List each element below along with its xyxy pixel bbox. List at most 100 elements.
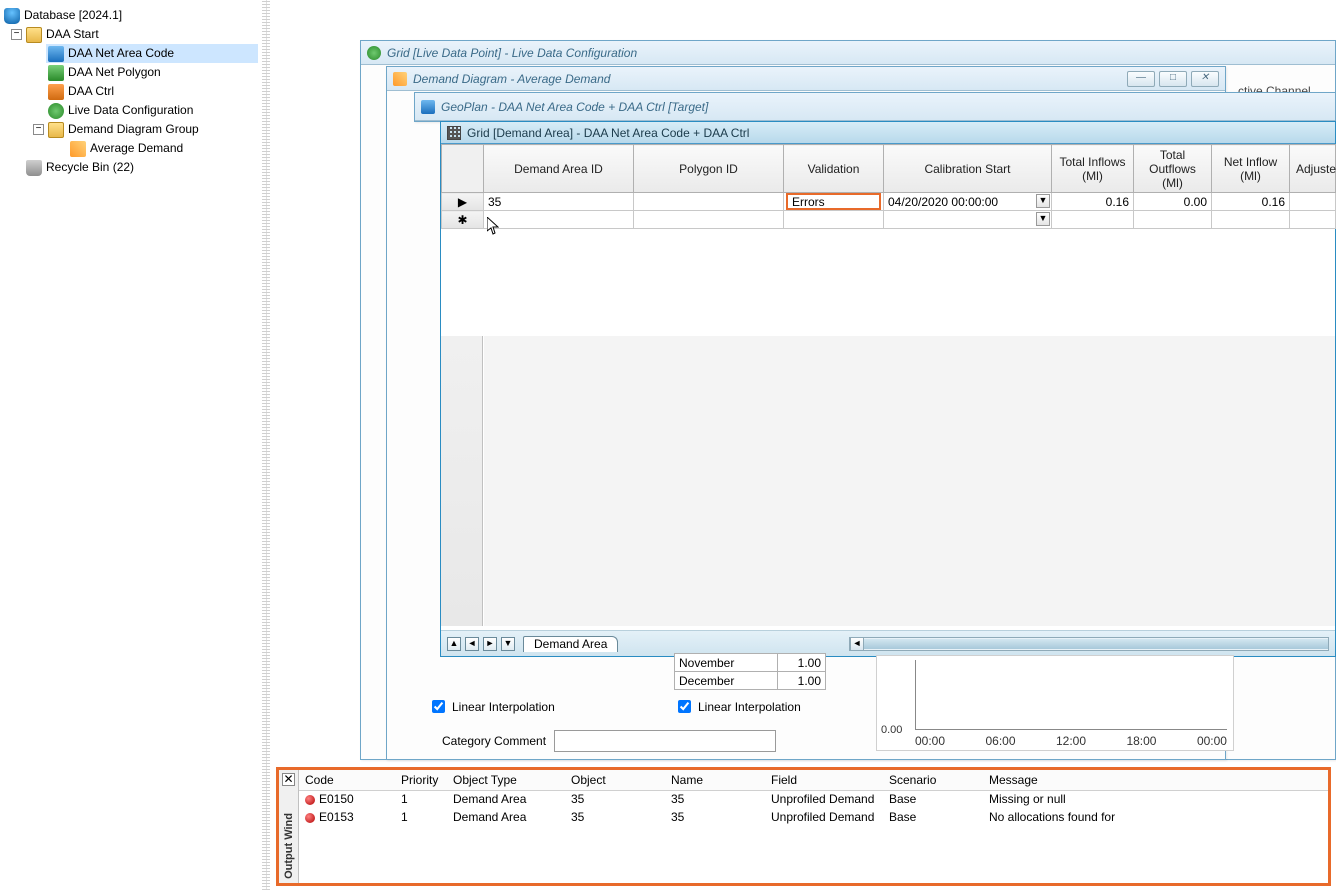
output-close-button[interactable]: ✕ (282, 773, 295, 786)
tree-node-daa-ctrl[interactable]: DAA Ctrl (46, 82, 261, 101)
nav-next-button[interactable]: ► (483, 637, 497, 651)
table-row-new[interactable]: ✱ ▼ (442, 211, 1336, 229)
titlebar[interactable]: Demand Diagram - Average Demand — □ ✕ (387, 67, 1225, 91)
titlebar[interactable]: Grid [Live Data Point] - Live Data Confi… (361, 41, 1335, 65)
cell-polygon-id[interactable] (634, 193, 784, 211)
category-comment-row: Category Comment (442, 730, 776, 752)
calibration-start-dropdown[interactable]: ▼ (1036, 212, 1050, 226)
tree-node-net-polygon[interactable]: DAA Net Polygon (46, 63, 261, 82)
tree-node-live-data-config[interactable]: Live Data Configuration (46, 101, 261, 120)
cell-calibration-start[interactable]: ▼ (884, 211, 1052, 229)
cell-empty[interactable] (784, 211, 884, 229)
tree-node-net-area-code[interactable]: DAA Net Area Code (46, 44, 261, 63)
minimize-button[interactable]: — (1127, 71, 1155, 87)
col-object-type[interactable]: Object Type (447, 770, 565, 790)
col-field[interactable]: Field (765, 770, 883, 790)
cell-validation[interactable]: Errors (784, 193, 884, 211)
window-geoplan[interactable]: GeoPlan - DAA Net Area Code + DAA Ctrl [… (414, 92, 1336, 122)
window-title: GeoPlan - DAA Net Area Code + DAA Ctrl [… (441, 100, 708, 114)
linear-interpolation-checkbox-right[interactable]: Linear Interpolation (674, 697, 801, 716)
window-grid-demand-area[interactable]: Grid [Demand Area] - DAA Net Area Code +… (440, 121, 1336, 657)
tree-node-average-demand[interactable]: Average Demand (68, 139, 261, 158)
cell-empty[interactable] (484, 211, 634, 229)
cell-total-inflows[interactable]: 0.16 (1052, 193, 1134, 211)
tree-label: DAA Net Polygon (68, 63, 161, 82)
scroll-thumb[interactable] (864, 639, 1328, 649)
row-header-corner (442, 145, 484, 193)
linear-interpolation-checkbox-left[interactable]: Linear Interpolation (428, 697, 555, 716)
month-value[interactable]: 1.00 (778, 672, 826, 690)
month-table[interactable]: November 1.00 December 1.00 (674, 653, 826, 690)
tree-node-daa-start[interactable]: DAA Start (24, 25, 261, 44)
row-marker-new[interactable]: ✱ (442, 211, 484, 229)
nav-down-button[interactable]: ▼ (501, 637, 515, 651)
close-button[interactable]: ✕ (1191, 71, 1219, 87)
cell-priority: 1 (395, 808, 447, 826)
cell-empty[interactable] (1212, 211, 1290, 229)
col-net-inflow[interactable]: Net Inflow (Ml) (1212, 145, 1290, 193)
calibration-start-dropdown[interactable]: ▼ (1036, 194, 1050, 208)
cell-net-inflow[interactable]: 0.16 (1212, 193, 1290, 211)
col-priority[interactable]: Priority (395, 770, 447, 790)
col-demand-area-id[interactable]: Demand Area ID (484, 145, 634, 193)
col-calibration-start[interactable]: Calibration Start (884, 145, 1052, 193)
tree-node-database[interactable]: Database [2024.1] (2, 6, 261, 25)
col-message[interactable]: Message (983, 770, 1328, 790)
col-name[interactable]: Name (665, 770, 765, 790)
tree-resize-handle[interactable] (262, 0, 270, 890)
cell-empty[interactable] (1134, 211, 1212, 229)
scroll-left-button[interactable]: ◄ (850, 638, 864, 650)
col-code[interactable]: Code (299, 770, 395, 790)
cell-empty[interactable] (634, 211, 784, 229)
cell-adjusted[interactable] (1290, 193, 1336, 211)
output-row[interactable]: E0150 1 Demand Area 35 35 Unprofiled Dem… (299, 790, 1328, 808)
tree-node-demand-diagram-group[interactable]: Demand Diagram Group (46, 120, 261, 139)
database-icon (4, 8, 20, 24)
cell-calibration-start[interactable]: 04/20/2020 00:00:00 ▼ (884, 193, 1052, 211)
month-name[interactable]: November (675, 654, 778, 672)
expander-icon[interactable]: − (33, 124, 44, 135)
col-total-outflows[interactable]: Total Outflows (Ml) (1134, 145, 1212, 193)
tree-node-recycle-bin[interactable]: Recycle Bin (22) (24, 158, 261, 177)
sheet-tab-demand-area[interactable]: Demand Area (523, 636, 618, 652)
output-window: ✕ Output Wind Code Priority Object Type … (276, 767, 1331, 886)
month-value[interactable]: 1.00 (778, 654, 826, 672)
cell-scenario: Base (883, 808, 983, 826)
tree-label: DAA Ctrl (68, 82, 114, 101)
nav-up-button[interactable]: ▲ (447, 637, 461, 651)
col-polygon-id[interactable]: Polygon ID (634, 145, 784, 193)
table-row[interactable]: ▶ 35 Errors 04/20/2020 00:00:00 ▼ 0.16 0… (442, 193, 1336, 211)
maximize-button[interactable]: □ (1159, 71, 1187, 87)
cell-name: 35 (665, 808, 765, 826)
output-row[interactable]: E0153 1 Demand Area 35 35 Unprofiled Dem… (299, 808, 1328, 826)
cell-demand-area-id[interactable]: 35 (484, 193, 634, 211)
row-marker-current[interactable]: ▶ (442, 193, 484, 211)
grid-table[interactable]: Demand Area ID Polygon ID Validation Cal… (441, 144, 1336, 229)
col-validation[interactable]: Validation (784, 145, 884, 193)
cell-empty[interactable] (1052, 211, 1134, 229)
nav-prev-button[interactable]: ◄ (465, 637, 479, 651)
cell-empty[interactable] (1290, 211, 1336, 229)
live-icon (367, 46, 381, 60)
database-tree[interactable]: Database [2024.1] − DAA Start DAA Net Ar… (2, 6, 261, 177)
diagram-icon (393, 72, 407, 86)
checkbox[interactable] (432, 700, 445, 713)
grid-gutter (441, 336, 483, 626)
polygon-icon (48, 65, 64, 81)
cell-total-outflows[interactable]: 0.00 (1134, 193, 1212, 211)
titlebar[interactable]: GeoPlan - DAA Net Area Code + DAA Ctrl [… (415, 93, 1335, 121)
table-row[interactable]: November 1.00 (675, 654, 826, 672)
output-table[interactable]: Code Priority Object Type Object Name Fi… (299, 770, 1328, 826)
table-row[interactable]: December 1.00 (675, 672, 826, 690)
col-adjusted[interactable]: Adjuste (1290, 145, 1336, 193)
validation-error-badge[interactable]: Errors (786, 193, 881, 210)
titlebar[interactable]: Grid [Demand Area] - DAA Net Area Code +… (441, 122, 1335, 144)
col-object[interactable]: Object (565, 770, 665, 790)
month-name[interactable]: December (675, 672, 778, 690)
col-scenario[interactable]: Scenario (883, 770, 983, 790)
col-total-inflows[interactable]: Total Inflows (Ml) (1052, 145, 1134, 193)
category-comment-input[interactable] (554, 730, 776, 752)
checkbox[interactable] (678, 700, 691, 713)
horizontal-scrollbar[interactable]: ◄ (849, 637, 1329, 651)
expander-icon[interactable]: − (11, 29, 22, 40)
